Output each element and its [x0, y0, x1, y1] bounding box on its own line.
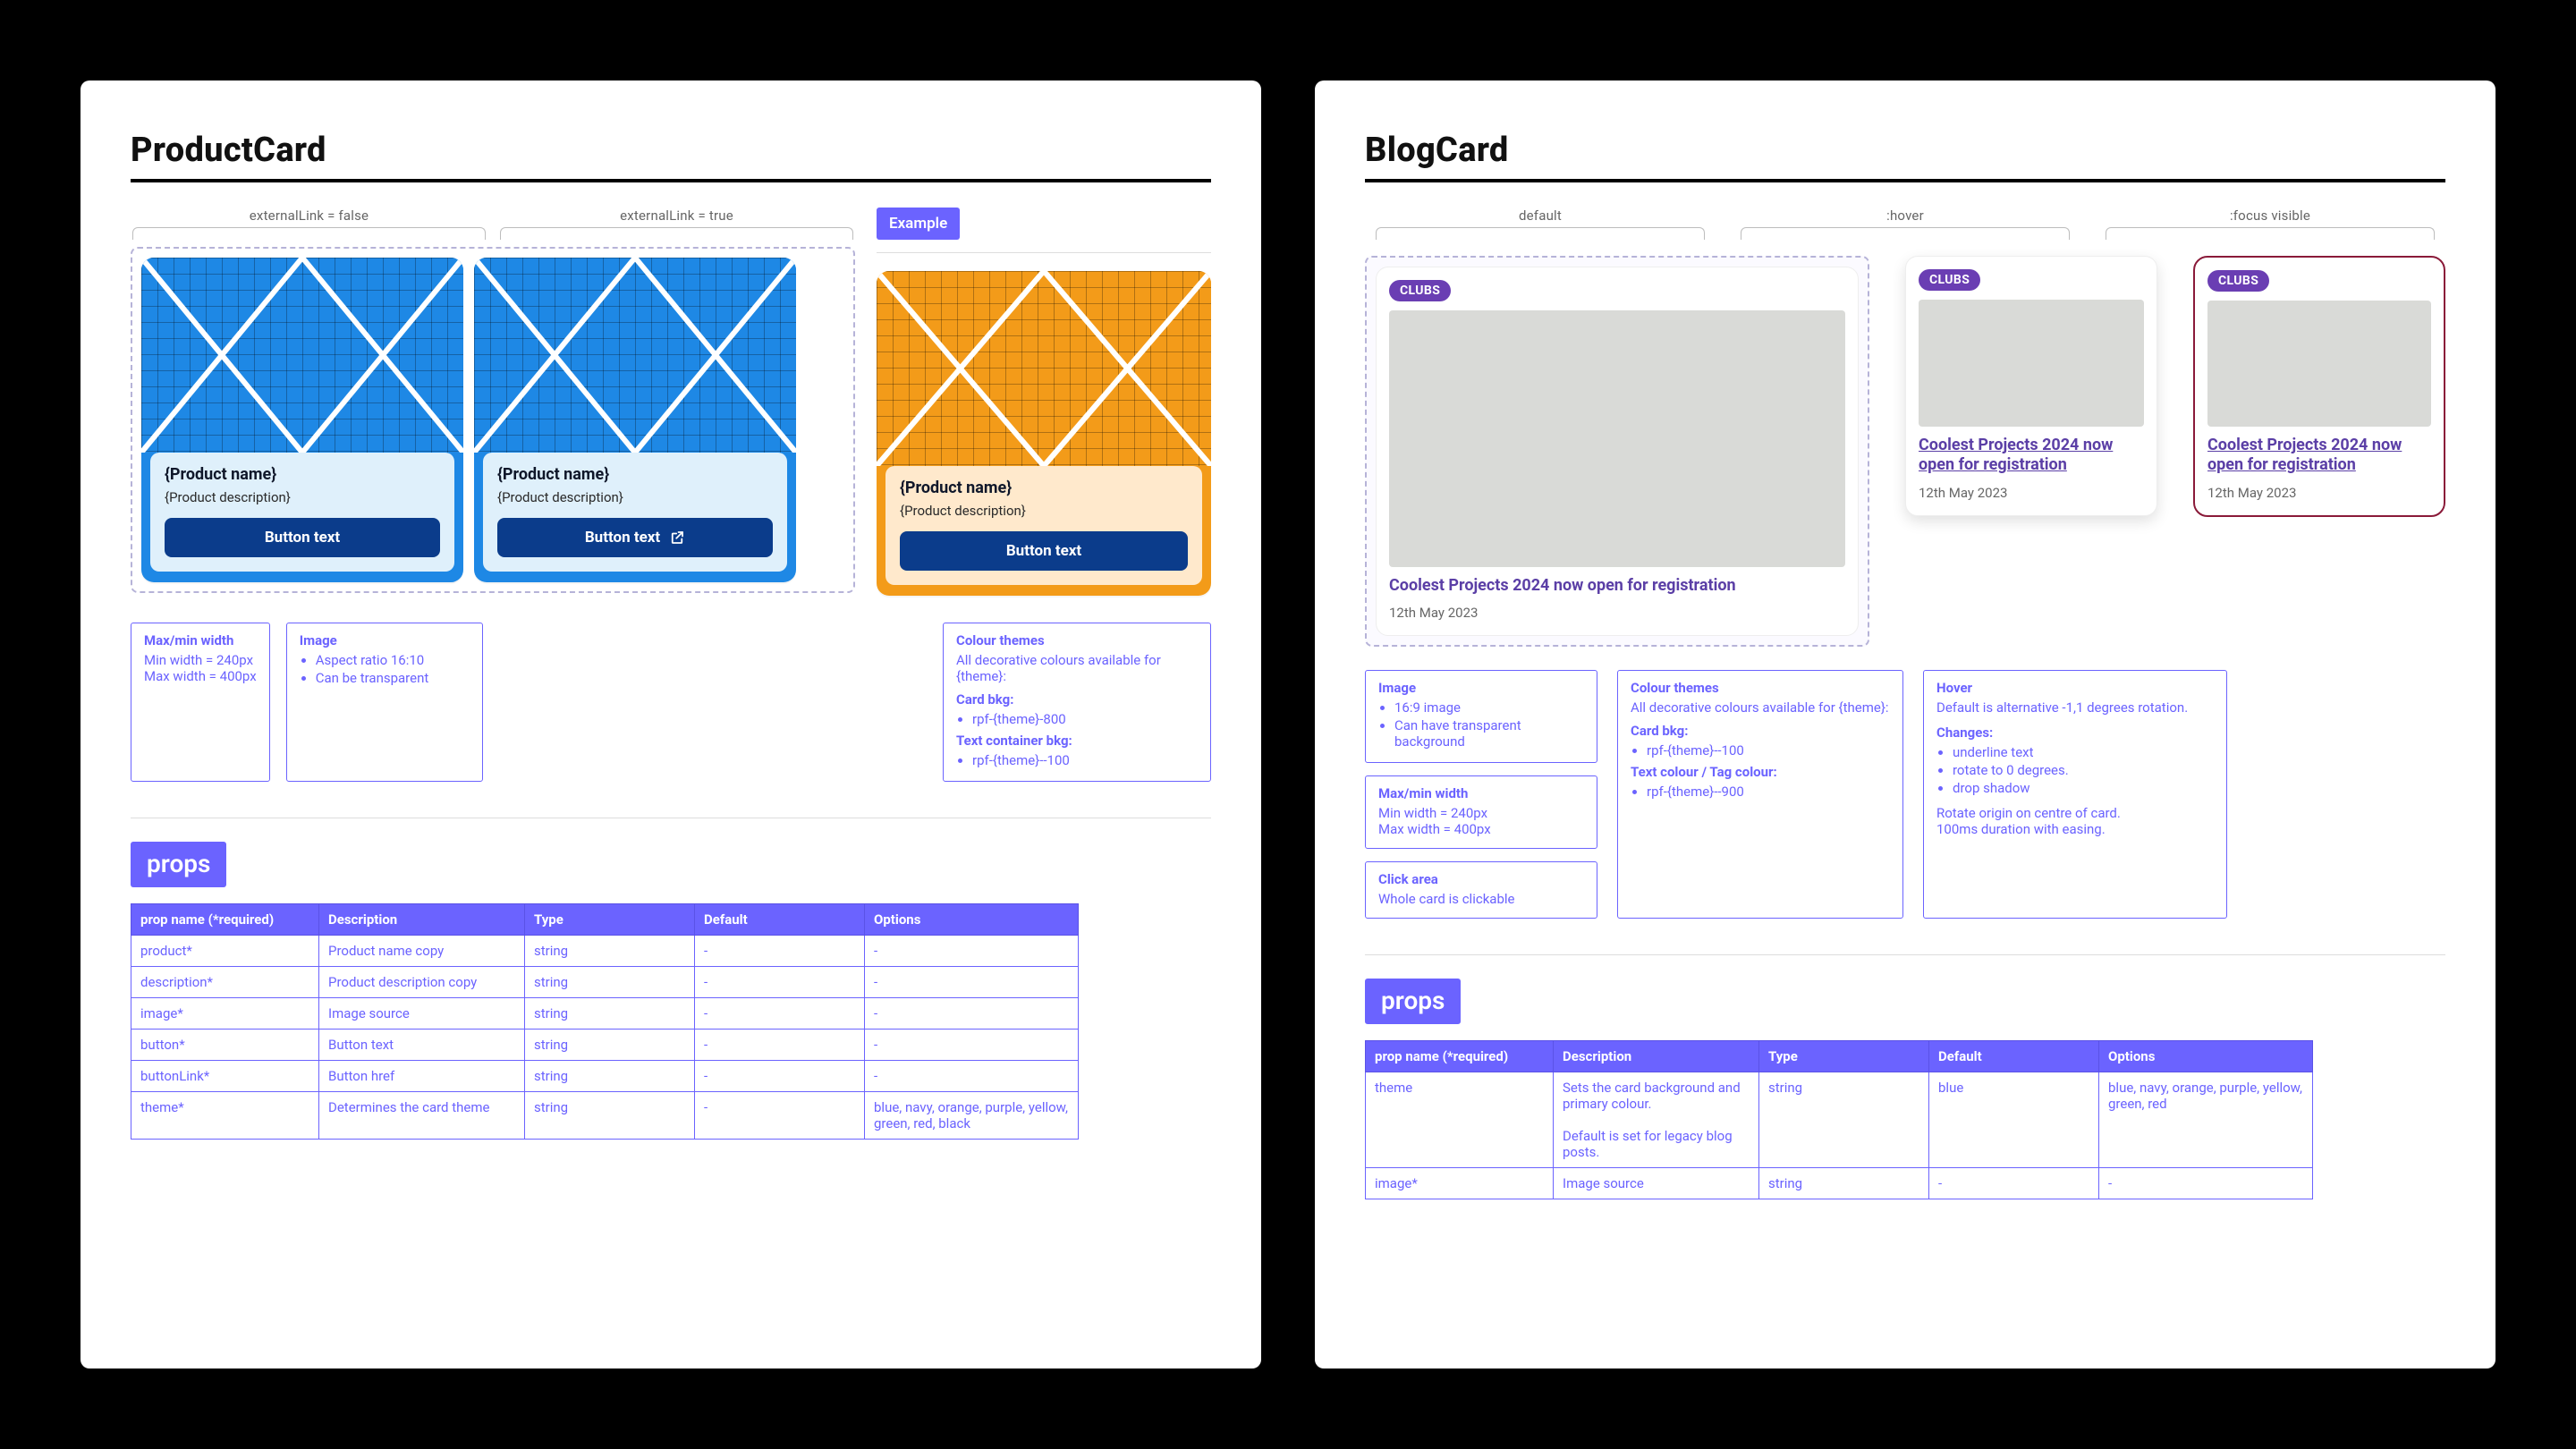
blog-date: 12th May 2023: [2207, 485, 2431, 501]
note-colour-themes: Colour themes All decorative colours ava…: [943, 623, 1211, 782]
blog-title: Coolest Projects 2024 now open for regis…: [1389, 576, 1845, 597]
product-image-placeholder: [877, 271, 1211, 466]
props-table: prop name (*required) Description Type D…: [1365, 1040, 2313, 1199]
product-image-placeholder: [141, 258, 463, 453]
state-label-focus: :focus visible: [2106, 208, 2435, 224]
blog-tag: CLUBS: [2207, 270, 2269, 292]
blog-image-placeholder: [2207, 301, 2431, 427]
table-row: description*Product description copystri…: [131, 967, 1079, 998]
product-name: {Product name}: [497, 465, 773, 484]
table-row: image*Image sourcestring--: [131, 998, 1079, 1030]
product-card-example[interactable]: {Product name} {Product description} But…: [877, 271, 1211, 596]
blog-card-focus[interactable]: CLUBS Coolest Projects 2024 now open for…: [2193, 256, 2445, 517]
props-badge: props: [1365, 979, 1461, 1024]
blog-image-placeholder: [1389, 310, 1845, 567]
product-desc: {Product description}: [497, 489, 773, 505]
blog-date: 12th May 2023: [1919, 485, 2144, 501]
page-title: ProductCard: [131, 131, 1211, 170]
product-name: {Product name}: [165, 465, 440, 484]
note-size: Max/min width Min width = 240px Max widt…: [1365, 775, 1597, 849]
variant-dashed-group: {Product name} {Product description} But…: [131, 247, 855, 593]
variant-label-false: externalLink = false: [132, 208, 486, 224]
product-button-external[interactable]: Button text: [497, 518, 773, 557]
note-image: Image 16:9 imageCan have transparent bac…: [1365, 670, 1597, 763]
sheet-blogcard: BlogCard default :hover :focus visible C…: [1315, 80, 2496, 1368]
blog-card-hover[interactable]: CLUBS Coolest Projects 2024 now open for…: [1905, 256, 2157, 516]
state-label-default: default: [1376, 208, 1705, 224]
product-button-label: Button text: [1006, 542, 1081, 560]
blog-card-default[interactable]: CLUBS Coolest Projects 2024 now open for…: [1376, 267, 1859, 636]
note-click-area: Click area Whole card is clickable: [1365, 861, 1597, 919]
note-size: Max/min width Min width = 240px Max widt…: [131, 623, 270, 782]
sheet-productcard: ProductCard externalLink = false externa…: [80, 80, 1261, 1368]
table-row: themeSets the card background and primar…: [1366, 1072, 2313, 1168]
product-button[interactable]: Button text: [900, 531, 1188, 571]
title-rule: [131, 179, 1211, 182]
product-button-label: Button text: [585, 529, 660, 547]
product-button[interactable]: Button text: [165, 518, 440, 557]
product-card-variant-noexternal[interactable]: {Product name} {Product description} But…: [141, 258, 463, 582]
blog-tag: CLUBS: [1389, 280, 1451, 301]
product-desc: {Product description}: [900, 503, 1188, 519]
blog-title: Coolest Projects 2024 now open for regis…: [2207, 436, 2431, 476]
note-image: Image Aspect ratio 16:10Can be transpare…: [286, 623, 483, 782]
note-colour-themes: Colour themes All decorative colours ava…: [1617, 670, 1903, 919]
product-name: {Product name}: [900, 479, 1188, 497]
blog-date: 12th May 2023: [1389, 605, 1845, 621]
blog-image-placeholder: [1919, 300, 2144, 427]
external-link-icon: [669, 530, 685, 546]
state-label-hover: :hover: [1741, 208, 2070, 224]
variant-label-true: externalLink = true: [500, 208, 853, 224]
product-image-placeholder: [474, 258, 796, 453]
example-badge: Example: [877, 208, 960, 240]
table-row: button*Button textstring--: [131, 1030, 1079, 1061]
blog-dashed-group: CLUBS Coolest Projects 2024 now open for…: [1365, 256, 1869, 647]
table-row: image*Image sourcestring--: [1366, 1168, 2313, 1199]
table-row: product*Product name copystring--: [131, 936, 1079, 967]
table-row: buttonLink*Button hrefstring--: [131, 1061, 1079, 1092]
title-rule: [1365, 179, 2445, 182]
page-title: BlogCard: [1365, 131, 2445, 170]
product-card-variant-external[interactable]: {Product name} {Product description} But…: [474, 258, 796, 582]
product-desc: {Product description}: [165, 489, 440, 505]
props-badge: props: [131, 842, 226, 887]
product-button-label: Button text: [265, 529, 340, 547]
table-row: theme*Determines the card themestring-bl…: [131, 1092, 1079, 1140]
blog-title: Coolest Projects 2024 now open for regis…: [1919, 436, 2144, 476]
note-hover: Hover Default is alternative -1,1 degree…: [1923, 670, 2227, 919]
blog-tag: CLUBS: [1919, 269, 1980, 291]
props-table: prop name (*required) Description Type D…: [131, 903, 1079, 1140]
